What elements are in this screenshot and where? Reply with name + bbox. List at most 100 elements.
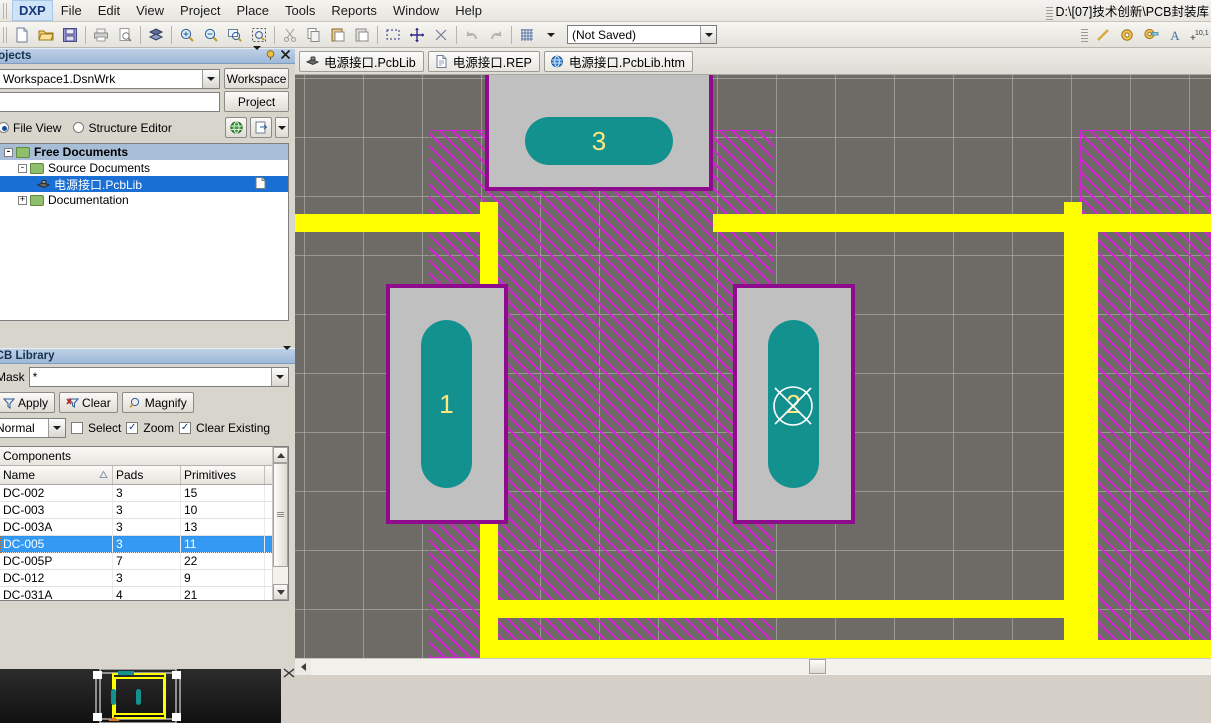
menu-item-dxp[interactable]: DXP — [12, 0, 53, 21]
undo-icon[interactable] — [461, 24, 483, 46]
cut-icon[interactable] — [279, 24, 301, 46]
tree-node-documentation[interactable]: + Documentation — [0, 192, 288, 208]
clear-existing-label[interactable]: Clear Existing — [196, 421, 270, 435]
table-row[interactable]: DC-003310 — [0, 502, 272, 519]
hscrollbar-track[interactable] — [311, 659, 1211, 675]
chevron-down-icon[interactable] — [202, 70, 219, 88]
hscrollbar-thumb[interactable] — [809, 659, 826, 674]
mask-input[interactable]: * — [29, 367, 289, 387]
move-icon[interactable] — [406, 24, 428, 46]
snap-grid-combo[interactable]: (Not Saved) — [567, 25, 717, 44]
chevron-down-icon[interactable] — [700, 26, 716, 43]
print-icon[interactable] — [90, 24, 112, 46]
scrollbar-thumb[interactable] — [273, 463, 288, 567]
grid-icon[interactable] — [516, 24, 538, 46]
component-preview[interactable] — [0, 669, 281, 723]
project-tree[interactable]: - Free Documents - Source Documents 电源接口… — [0, 143, 289, 321]
file-view-label[interactable]: File View — [13, 121, 61, 135]
select-checkbox[interactable] — [71, 422, 83, 434]
save-icon[interactable] — [59, 24, 81, 46]
scroll-up-button[interactable] — [273, 447, 288, 463]
menu-item-project[interactable]: Project — [172, 0, 228, 21]
tree-expander-icon[interactable]: + — [18, 196, 27, 205]
structure-editor-label[interactable]: Structure Editor — [88, 121, 171, 135]
zoom-in-icon[interactable] — [176, 24, 198, 46]
chevron-down-icon[interactable] — [271, 368, 288, 386]
components-vertical-scrollbar[interactable] — [272, 447, 288, 600]
tree-node-pcblib[interactable]: 电源接口.PcbLib — [0, 176, 288, 192]
table-row[interactable]: DC-003A313 — [0, 519, 272, 536]
table-row[interactable]: DC-005P722 — [0, 553, 272, 570]
toolbar-drag-grip[interactable] — [1, 27, 10, 43]
tree-node-source-documents[interactable]: - Source Documents — [0, 160, 288, 176]
pcb-library-canvas[interactable]: 3 1 2 — [295, 75, 1211, 658]
column-header-pads[interactable]: Pads — [113, 466, 181, 484]
tree-expander-icon[interactable]: - — [4, 148, 13, 157]
project-button[interactable]: Project — [224, 91, 289, 112]
toolbar-grip-right[interactable] — [1081, 27, 1088, 42]
copy-icon[interactable] — [303, 24, 325, 46]
menu-item-view[interactable]: View — [128, 0, 172, 21]
column-header-name[interactable]: Name — [0, 466, 113, 484]
project-combo[interactable] — [0, 92, 220, 112]
menu-item-place[interactable]: Place — [229, 0, 278, 21]
doc-tab-pcblib[interactable]: 电源接口.PcbLib — [299, 51, 424, 72]
workspace-button[interactable]: Workspace — [224, 68, 289, 89]
pad-icon[interactable] — [1116, 24, 1138, 46]
close-icon[interactable] — [280, 49, 291, 63]
scroll-left-button[interactable] — [295, 659, 311, 675]
via-icon[interactable] — [1140, 24, 1162, 46]
print-preview-icon[interactable] — [114, 24, 136, 46]
paste-special-icon[interactable] — [351, 24, 373, 46]
file-view-radio[interactable] — [0, 122, 9, 133]
panel-splitter-handle[interactable] — [283, 666, 295, 680]
menu-item-reports[interactable]: Reports — [323, 0, 385, 21]
zoom-checkbox[interactable]: ✓ — [126, 422, 138, 434]
select-area-icon[interactable] — [382, 24, 404, 46]
zoom-label[interactable]: Zoom — [143, 421, 174, 435]
doc-tab-htm[interactable]: 电源接口.PcbLib.htm — [544, 51, 693, 72]
menu-item-tools[interactable]: Tools — [277, 0, 323, 21]
table-row[interactable]: DC-01239 — [0, 570, 272, 587]
menu-item-edit[interactable]: Edit — [90, 0, 128, 21]
clear-existing-checkbox[interactable]: ✓ — [179, 422, 191, 434]
structure-editor-radio[interactable] — [73, 122, 84, 133]
pin-icon[interactable] — [265, 49, 276, 63]
magnify-button[interactable]: Magnify — [122, 392, 194, 413]
text-icon[interactable]: A — [1164, 24, 1186, 46]
scrollbar-track[interactable] — [273, 463, 288, 584]
menu-item-file[interactable]: File — [53, 0, 90, 21]
cross-probe-icon[interactable] — [430, 24, 452, 46]
open-folder-icon[interactable] — [35, 24, 57, 46]
workspace-combo[interactable]: Workspace1.DsnWrk — [0, 69, 220, 89]
table-row[interactable]: DC-005311 — [0, 536, 272, 553]
new-document-icon[interactable] — [11, 24, 33, 46]
column-header-primitives[interactable]: Primitives — [181, 466, 265, 484]
menu-item-window[interactable]: Window — [385, 0, 447, 21]
chevron-down-icon[interactable] — [48, 419, 65, 437]
line-icon[interactable] — [1092, 24, 1114, 46]
apply-button[interactable]: Apply — [0, 392, 55, 413]
board-layers-icon[interactable] — [145, 24, 167, 46]
table-row[interactable]: DC-031A421 — [0, 587, 272, 600]
redo-icon[interactable] — [485, 24, 507, 46]
grid-dropdown-arrow[interactable] — [540, 24, 562, 46]
menu-drag-grip[interactable] — [1, 3, 10, 19]
open-document-icon[interactable] — [250, 117, 272, 138]
chevron-down-icon[interactable] — [253, 50, 261, 62]
coordinate-icon[interactable]: +10,10 — [1188, 24, 1210, 46]
mode-combo[interactable]: Normal — [0, 418, 66, 438]
doc-tab-rep[interactable]: 电源接口.REP — [428, 51, 540, 72]
clear-button[interactable]: Clear — [59, 392, 118, 413]
zoom-selected-icon[interactable] — [248, 24, 270, 46]
canvas-horizontal-scrollbar[interactable] — [295, 658, 1211, 675]
select-label[interactable]: Select — [88, 421, 121, 435]
open-document-dropdown[interactable] — [275, 117, 289, 138]
scroll-down-button[interactable] — [273, 584, 288, 600]
globe-icon[interactable] — [225, 117, 247, 138]
table-row[interactable]: DC-002315 — [0, 485, 272, 502]
chevron-down-icon[interactable] — [283, 350, 291, 362]
tree-expander-icon[interactable]: - — [18, 164, 27, 173]
menu-item-help[interactable]: Help — [447, 0, 490, 21]
zoom-out-icon[interactable] — [200, 24, 222, 46]
